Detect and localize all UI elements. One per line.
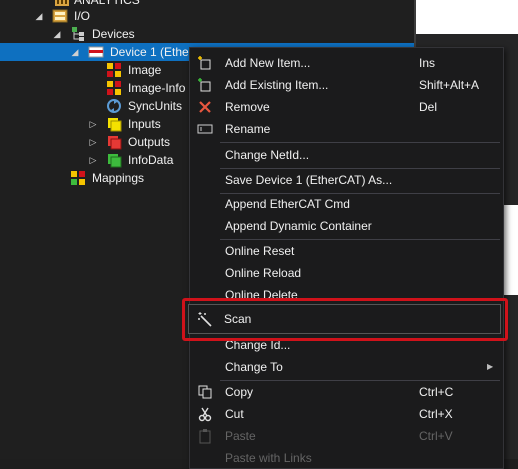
menu-item-append-dynamic-container[interactable]: Append Dynamic Container [190,215,503,237]
menu-item-change-netid[interactable]: Change NetId... [190,144,503,166]
collapse-triangle-icon[interactable]: ◢ [52,25,62,43]
collapse-triangle-icon[interactable]: ◢ [70,43,80,61]
menu-item-append-ethercat-cmd[interactable]: Append EtherCAT Cmd [190,193,503,215]
menu-separator [220,142,500,143]
submenu-arrow-icon: ▶ [487,362,494,371]
menu-item-online-reset[interactable]: Online Reset [190,240,503,262]
paste-icon [197,428,213,444]
menu-item-online-reload[interactable]: Online Reload [190,262,503,284]
add-new-item-icon [197,55,213,71]
remove-x-icon [197,99,213,115]
tree-item-label: InfoData [128,153,174,167]
expand-triangle-icon[interactable]: ▷ [88,151,98,169]
cut-scissors-icon [197,406,213,422]
syncunits-icon [106,98,122,114]
editor-surface-edge [504,205,518,295]
infodata-icon [106,152,122,168]
tree-item-io[interactable]: ◢ I/O [0,7,414,25]
tree-item-label: Inputs [128,117,161,131]
copy-icon [197,384,213,400]
tree-item-devices[interactable]: ◢ Devices [0,25,414,43]
scan-label: Scan [224,312,252,326]
tree-item-label: Mappings [92,171,145,185]
image-info-icon [106,80,122,96]
tree-item-label: I/O [74,9,91,23]
magic-wand-icon [197,311,213,327]
menu-item-save-device[interactable]: Save Device 1 (EtherCAT) As... [190,169,503,191]
menu-item-scan[interactable]: Scan [188,304,501,334]
mappings-icon [70,170,86,186]
devices-icon [70,26,86,42]
menu-item-copy[interactable]: Copy Ctrl+C [190,381,503,403]
outputs-icon [106,134,122,150]
tree-item-label: Image-Info [128,81,186,95]
tree-item-label: SyncUnits [128,99,183,113]
menu-item-add-new-item[interactable]: Add New Item... Ins [190,52,503,74]
tree-item-label: Image [128,63,162,77]
menu-item-change-to[interactable]: Change To ▶ [190,356,503,378]
menu-item-remove[interactable]: Remove Del [190,96,503,118]
menu-item-add-existing-item[interactable]: Add Existing Item... Shift+Alt+A [190,74,503,96]
inputs-icon [106,116,122,132]
tree-item-label: Devices [92,27,135,41]
image-icon [106,62,122,78]
rename-icon [197,121,213,137]
editor-surface [416,0,518,34]
context-menu: Add New Item... Ins Add Existing Item...… [189,47,504,469]
expand-triangle-icon[interactable]: ▷ [88,115,98,133]
menu-item-cut[interactable]: Cut Ctrl+X [190,403,503,425]
expand-triangle-icon[interactable]: ▷ [88,133,98,151]
tree-item-label: Outputs [128,135,171,149]
menu-item-paste[interactable]: Paste Ctrl+V [190,425,503,447]
io-folder-icon [52,8,68,24]
ethercat-device-icon [88,44,104,60]
collapse-triangle-icon[interactable]: ◢ [34,7,44,25]
menu-item-rename[interactable]: Rename [190,118,503,140]
add-existing-item-icon [197,77,213,93]
menu-item-paste-with-links[interactable]: Paste with Links [190,447,503,469]
